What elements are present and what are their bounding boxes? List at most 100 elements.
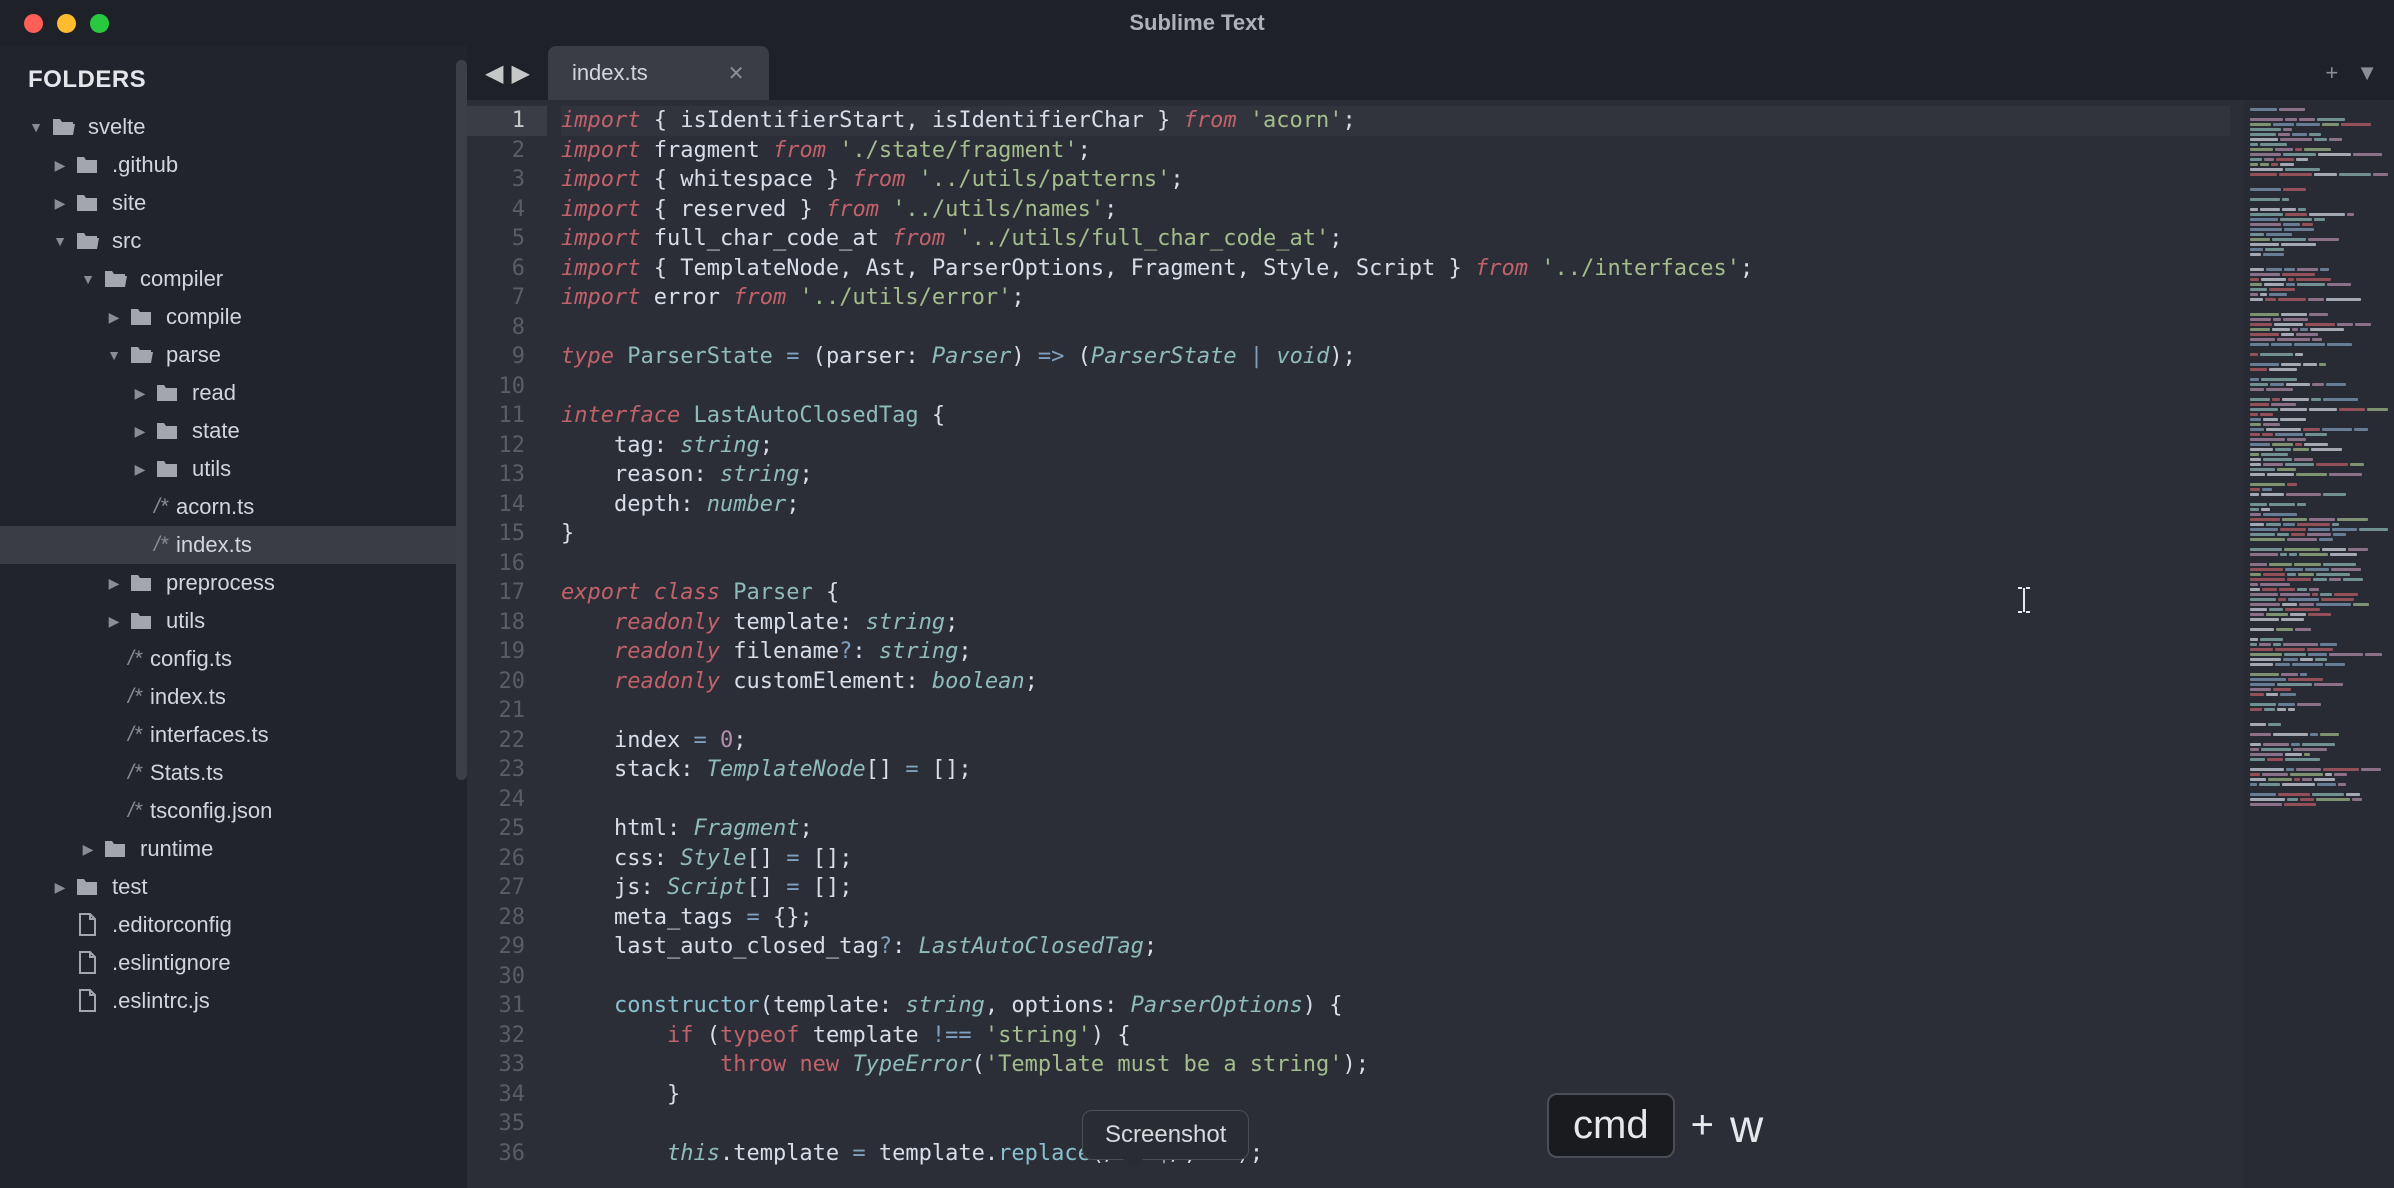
tree-item--eslintrc-js[interactable]: .eslintrc.js — [0, 982, 467, 1020]
line-number: 11 — [467, 401, 525, 431]
code-line[interactable]: this.template = template.replace(/\s+$/,… — [561, 1139, 2230, 1169]
tree-item-state[interactable]: ▶state — [0, 412, 467, 450]
code-line[interactable]: import { whitespace } from '../utils/pat… — [561, 165, 2230, 195]
tree-item--eslintignore[interactable]: .eslintignore — [0, 944, 467, 982]
line-number: 19 — [467, 637, 525, 667]
code-line[interactable]: if (typeof template !== 'string') { — [561, 1021, 2230, 1051]
line-number: 12 — [467, 431, 525, 461]
code-line[interactable] — [561, 696, 2230, 726]
tree-item-label: interfaces.ts — [150, 722, 269, 748]
tree-arrow-icon[interactable]: ▶ — [52, 879, 68, 896]
code-line[interactable]: } — [561, 519, 2230, 549]
code-line[interactable]: interface LastAutoClosedTag { — [561, 401, 2230, 431]
tree-item-utils[interactable]: ▶ utils — [0, 450, 467, 488]
tree-arrow-icon[interactable]: ▶ — [52, 195, 68, 212]
code-line[interactable]: js: Script[] = []; — [561, 873, 2230, 903]
tree-arrow-icon[interactable]: ▶ — [132, 461, 148, 478]
tree-arrow-icon[interactable]: ▶ — [52, 157, 68, 174]
code-line[interactable]: stack: TemplateNode[] = []; — [561, 755, 2230, 785]
tree-item-compiler[interactable]: ▼compiler — [0, 260, 467, 298]
minimap[interactable] — [2244, 100, 2394, 1188]
tree-item-read[interactable]: ▶read — [0, 374, 467, 412]
tree-item-svelte[interactable]: ▼svelte — [0, 108, 467, 146]
tree-item-src[interactable]: ▼ src — [0, 222, 467, 260]
tab-dropdown-icon[interactable]: ▼ — [2356, 60, 2378, 86]
code-line[interactable] — [561, 372, 2230, 402]
tree-arrow-icon[interactable]: ▶ — [132, 385, 148, 402]
code-line[interactable]: html: Fragment; — [561, 814, 2230, 844]
tree-item-test[interactable]: ▶test — [0, 868, 467, 906]
tree-item-index-ts[interactable]: /*index.ts — [0, 678, 467, 716]
line-number: 6 — [467, 254, 525, 284]
code-line[interactable]: export class Parser { — [561, 578, 2230, 608]
code-line[interactable]: last_auto_closed_tag?: LastAutoClosedTag… — [561, 932, 2230, 962]
tree-item-acorn-ts[interactable]: /*acorn.ts — [0, 488, 467, 526]
tree-arrow-icon[interactable]: ▼ — [52, 233, 68, 249]
line-number: 18 — [467, 608, 525, 638]
tree-arrow-icon[interactable]: ▶ — [80, 841, 96, 858]
tab-close-icon[interactable]: ✕ — [728, 61, 745, 86]
tree-item-index-ts[interactable]: /*index.ts — [0, 526, 467, 564]
nav-back-icon[interactable]: ◀ — [485, 59, 503, 88]
code-body[interactable]: import { isIdentifierStart, isIdentifier… — [547, 100, 2244, 1188]
code-line[interactable]: import fragment from './state/fragment'; — [561, 136, 2230, 166]
tree-arrow-icon[interactable]: ▶ — [106, 613, 122, 630]
file-icon — [74, 914, 100, 936]
tree-item-utils[interactable]: ▶utils — [0, 602, 467, 640]
code-line[interactable]: import full_char_code_at from '../utils/… — [561, 224, 2230, 254]
code-line[interactable]: throw new TypeError('Template must be a … — [561, 1050, 2230, 1080]
code-line[interactable] — [561, 785, 2230, 815]
tree-item-Stats-ts[interactable]: /*Stats.ts — [0, 754, 467, 792]
code-line[interactable] — [561, 313, 2230, 343]
code-line[interactable]: tag: string; — [561, 431, 2230, 461]
nav-forward-icon[interactable]: ▶ — [511, 59, 529, 88]
code-line[interactable]: meta_tags = {}; — [561, 903, 2230, 933]
line-number: 21 — [467, 696, 525, 726]
tree-item-label: site — [112, 190, 146, 216]
tree-arrow-icon[interactable]: ▶ — [106, 575, 122, 592]
tree-item-label: src — [112, 228, 141, 254]
code-line[interactable]: readonly filename?: string; — [561, 637, 2230, 667]
tree-arrow-icon[interactable]: ▶ — [106, 309, 122, 326]
code-line[interactable]: readonly customElement: boolean; — [561, 667, 2230, 697]
tree-item-config-ts[interactable]: /*config.ts — [0, 640, 467, 678]
code-line[interactable]: type ParserState = (parser: Parser) => (… — [561, 342, 2230, 372]
new-tab-icon[interactable]: + — [2325, 60, 2338, 86]
code-line[interactable] — [561, 1109, 2230, 1139]
sidebar-scrollbar[interactable] — [456, 60, 467, 780]
tree-item-parse[interactable]: ▼parse — [0, 336, 467, 374]
code-line[interactable]: css: Style[] = []; — [561, 844, 2230, 874]
close-window-button[interactable] — [24, 14, 43, 33]
tree-arrow-icon[interactable]: ▶ — [132, 423, 148, 440]
tree-arrow-icon[interactable]: ▼ — [28, 119, 44, 135]
code-line[interactable]: readonly template: string; — [561, 608, 2230, 638]
minimize-window-button[interactable] — [57, 14, 76, 33]
code-line[interactable]: import error from '../utils/error'; — [561, 283, 2230, 313]
code-line[interactable]: depth: number; — [561, 490, 2230, 520]
tree-arrow-icon[interactable]: ▼ — [80, 271, 96, 287]
tree-item-interfaces-ts[interactable]: /*interfaces.ts — [0, 716, 467, 754]
screenshot-tooltip: Screenshot — [1082, 1110, 1249, 1160]
tree-item-tsconfig-json[interactable]: /*tsconfig.json — [0, 792, 467, 830]
tree-item-site[interactable]: ▶ site — [0, 184, 467, 222]
tree-item--editorconfig[interactable]: .editorconfig — [0, 906, 467, 944]
tree-item-label: utils — [192, 456, 231, 482]
code-line[interactable] — [561, 962, 2230, 992]
code-line[interactable]: constructor(template: string, options: P… — [561, 991, 2230, 1021]
tree-item--github[interactable]: ▶ .github — [0, 146, 467, 184]
tree-item-label: .github — [112, 152, 178, 178]
maximize-window-button[interactable] — [90, 14, 109, 33]
code-line[interactable] — [561, 549, 2230, 579]
tab-active[interactable]: index.ts ✕ — [548, 46, 769, 100]
tree-item-compile[interactable]: ▶compile — [0, 298, 467, 336]
code-line[interactable]: } — [561, 1080, 2230, 1110]
tree-item-preprocess[interactable]: ▶preprocess — [0, 564, 467, 602]
code-line[interactable]: import { reserved } from '../utils/names… — [561, 195, 2230, 225]
file-icon — [74, 990, 100, 1012]
tree-item-runtime[interactable]: ▶runtime — [0, 830, 467, 868]
code-line[interactable]: import { TemplateNode, Ast, ParserOption… — [561, 254, 2230, 284]
code-line[interactable]: index = 0; — [561, 726, 2230, 756]
code-line[interactable]: import { isIdentifierStart, isIdentifier… — [561, 106, 2230, 136]
code-line[interactable]: reason: string; — [561, 460, 2230, 490]
tree-arrow-icon[interactable]: ▼ — [106, 347, 122, 363]
